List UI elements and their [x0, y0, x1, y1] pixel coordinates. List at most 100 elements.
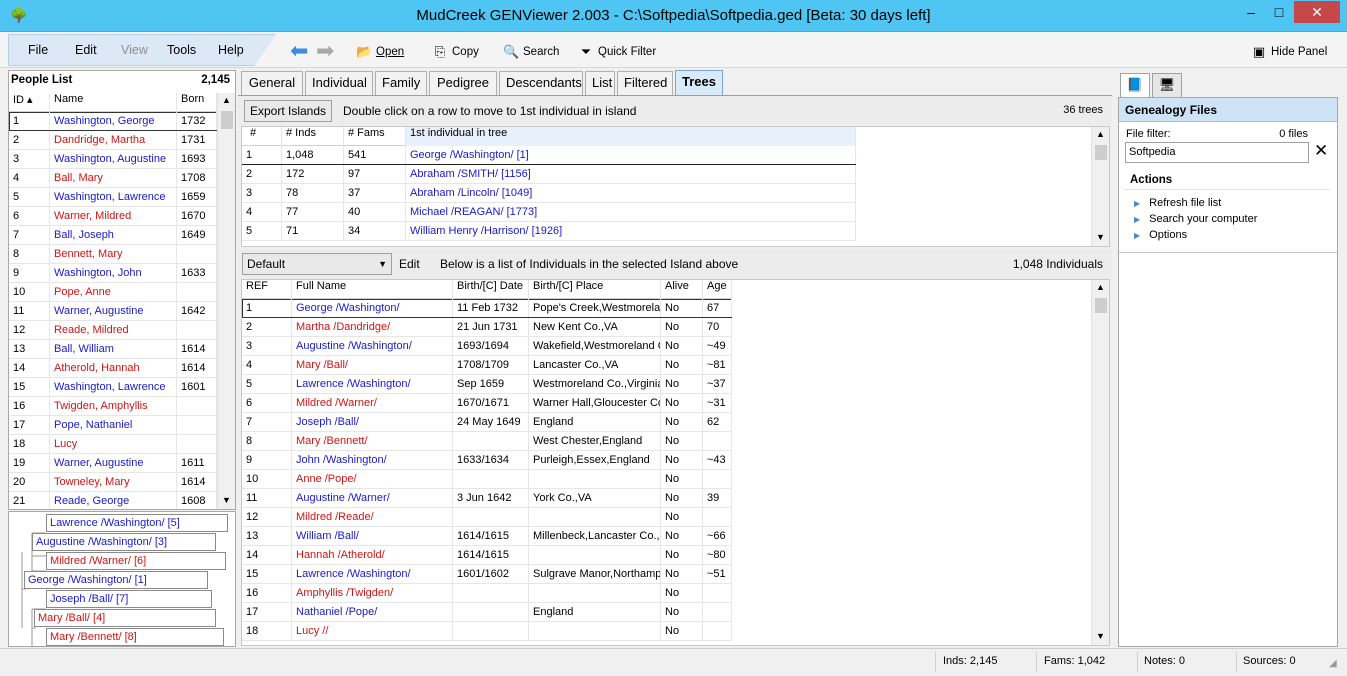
col-header-birth-date[interactable]: Birth/[C] Date [453, 280, 529, 299]
tab-list[interactable]: List [585, 71, 615, 95]
tab-genealogy-files[interactable]: 📘 [1120, 73, 1150, 97]
people-row[interactable]: 10 Pope, Anne [9, 283, 217, 302]
islands-scrollbar[interactable]: ▲ ▼ [1091, 127, 1109, 246]
people-row[interactable]: 15 Washington, Lawrence 1601 [9, 378, 217, 397]
people-row[interactable]: 3 Washington, Augustine 1693 [9, 150, 217, 169]
scroll-thumb[interactable] [1095, 298, 1107, 313]
tab-trees[interactable]: Trees [675, 70, 723, 95]
search-button[interactable]: 🔍 Search [503, 44, 559, 60]
individual-row[interactable]: 2 Martha /Dandridge/21 Jun 1731 New Kent C… [242, 318, 732, 337]
people-row[interactable]: 18 Lucy [9, 435, 217, 454]
island-row[interactable]: 2 172 97 Abraham /SMITH/ [1156] [242, 165, 856, 184]
clear-filter-icon[interactable]: ✕ [1314, 141, 1328, 161]
tab-computer[interactable]: 🖥 [1152, 73, 1182, 97]
tab-pedigree[interactable]: Pedigree [429, 71, 497, 95]
scroll-thumb[interactable] [221, 111, 233, 129]
menu-help[interactable]: Help [218, 43, 244, 57]
col-header-age[interactable]: Age [703, 280, 732, 299]
menu-edit[interactable]: Edit [75, 43, 97, 57]
people-row[interactable]: 13 Ball, William 1614 [9, 340, 217, 359]
tab-family[interactable]: Family [375, 71, 427, 95]
people-row[interactable]: 9 Washington, John 1633 [9, 264, 217, 283]
close-button[interactable]: ✕ [1294, 1, 1340, 23]
individual-row[interactable]: 17 Nathaniel /Pope/England No [242, 603, 732, 622]
scroll-thumb[interactable] [1095, 145, 1107, 160]
col-header-id[interactable]: ID ▴ [9, 93, 50, 112]
action-item[interactable]: ▶ Search your computer [1134, 211, 1324, 227]
people-row[interactable]: 17 Pope, Nathaniel [9, 416, 217, 435]
island-row[interactable]: 3 78 37 Abraham /Lincoln/ [1049] [242, 184, 856, 203]
people-row[interactable]: 11 Warner, Augustine 1642 [9, 302, 217, 321]
forward-arrow-icon[interactable]: ➡ [316, 40, 334, 62]
maximize-button[interactable]: □ [1266, 1, 1292, 23]
col-header-full-name[interactable]: Full Name [292, 280, 453, 299]
people-row[interactable]: 20 Towneley, Mary 1614 [9, 473, 217, 492]
individual-row[interactable]: 12 Mildred /Reade/No [242, 508, 732, 527]
scroll-down-icon[interactable]: ▼ [222, 495, 231, 505]
scroll-down-icon[interactable]: ▼ [1096, 631, 1105, 641]
individual-row[interactable]: 5 Lawrence /Washington/Sep 1659 Westmorela… [242, 375, 732, 394]
people-scrollbar[interactable]: ▲ ▼ [217, 93, 235, 509]
menu-file[interactable]: File [28, 43, 48, 57]
individual-row[interactable]: 3 Augustine /Washington/1693/1694 Wakefiel… [242, 337, 732, 356]
tree-node[interactable]: Augustine /Washington/ [3] [32, 533, 216, 551]
minimize-button[interactable]: – [1238, 1, 1264, 23]
tree-node[interactable]: Mildred /Warner/ [6] [46, 552, 226, 570]
hide-panel-button[interactable]: ▣ Hide Panel [1251, 44, 1327, 60]
menu-tools[interactable]: Tools [167, 43, 196, 57]
individual-row[interactable]: 14 Hannah /Atherold/1614/1615 No ~80 [242, 546, 732, 565]
people-row[interactable]: 8 Bennett, Mary [9, 245, 217, 264]
col-header-fams[interactable]: # Fams [344, 127, 406, 146]
individual-row[interactable]: 16 Amphyllis /Twigden/No [242, 584, 732, 603]
view-select[interactable]: Default ▼ [242, 253, 392, 275]
individuals-scrollbar[interactable]: ▲ ▼ [1091, 280, 1109, 645]
scroll-down-icon[interactable]: ▼ [1096, 232, 1105, 242]
col-header-ref[interactable]: REF [242, 280, 292, 299]
people-row[interactable]: 21 Reade, George 1608 [9, 492, 217, 509]
tab-descendants[interactable]: Descendants [499, 71, 583, 95]
col-header-born[interactable]: Born [177, 93, 217, 112]
tab-general[interactable]: General [241, 71, 303, 95]
people-row[interactable]: 16 Twigden, Amphyllis [9, 397, 217, 416]
file-filter-input[interactable]: Softpedia [1125, 142, 1309, 163]
tree-node[interactable]: Mary /Bennett/ [8] [46, 628, 224, 646]
tab-individual[interactable]: Individual [305, 71, 373, 95]
col-header-alive[interactable]: Alive [661, 280, 703, 299]
individual-row[interactable]: 7 Joseph /Ball/24 May 1649 England No 62 [242, 413, 732, 432]
col-header-birth-place[interactable]: Birth/[C] Place [529, 280, 661, 299]
tree-node[interactable]: Mary /Ball/ [4] [34, 609, 216, 627]
tree-node[interactable]: Joseph /Ball/ [7] [46, 590, 212, 608]
individual-row[interactable]: 1 George /Washington/11 Feb 1732 Pope's Cr… [242, 299, 732, 318]
individual-row[interactable]: 6 Mildred /Warner/1670/1671 Warner Hall,Gl… [242, 394, 732, 413]
scroll-up-icon[interactable]: ▲ [222, 95, 231, 105]
people-row[interactable]: 5 Washington, Lawrence 1659 [9, 188, 217, 207]
col-header-inds[interactable]: # Inds [282, 127, 344, 146]
individual-row[interactable]: 18 Lucy // No [242, 622, 732, 641]
back-arrow-icon[interactable]: ⬅ [290, 40, 308, 62]
scroll-up-icon[interactable]: ▲ [1096, 282, 1105, 292]
individual-row[interactable]: 11 Augustine /Warner/3 Jun 1642 York Co.,V… [242, 489, 732, 508]
open-button[interactable]: 📂 Open [356, 44, 404, 60]
individual-row[interactable]: 8 Mary /Bennett/West Chester,England No [242, 432, 732, 451]
people-row[interactable]: 12 Reade, Mildred [9, 321, 217, 340]
tree-node[interactable]: George /Washington/ [1] [24, 571, 208, 589]
people-row[interactable]: 14 Atherold, Hannah 1614 [9, 359, 217, 378]
col-header-first-individual[interactable]: 1st individual in tree [406, 127, 856, 146]
quick-filter-button[interactable]: ⏷ Quick Filter [578, 44, 656, 60]
people-row[interactable]: 6 Warner, Mildred 1670 [9, 207, 217, 226]
individual-row[interactable]: 15 Lawrence /Washington/1601/1602 Sulgrave… [242, 565, 732, 584]
island-row[interactable]: 1 1,048 541 George /Washington/ [1] [242, 146, 856, 165]
tree-node[interactable]: Lawrence /Washington/ [5] [46, 514, 228, 532]
people-row[interactable]: 7 Ball, Joseph 1649 [9, 226, 217, 245]
island-row[interactable]: 5 71 34 William Henry /Harrison/ [1926] [242, 222, 856, 241]
people-row[interactable]: 1 Washington, George 1732 [9, 112, 217, 131]
scroll-up-icon[interactable]: ▲ [1096, 129, 1105, 139]
resize-grip-icon[interactable]: ◢ [1329, 658, 1337, 669]
individual-row[interactable]: 4 Mary /Ball/1708/1709 Lancaster Co.,VA No ~… [242, 356, 732, 375]
edit-button[interactable]: Edit [399, 257, 420, 271]
individual-row[interactable]: 13 William /Ball/1614/1615 Millenbeck,Lanc… [242, 527, 732, 546]
copy-button[interactable]: ⎘ Copy [432, 44, 479, 60]
action-item[interactable]: ▶ Options [1134, 227, 1324, 243]
island-row[interactable]: 4 77 40 Michael /REAGAN/ [1773] [242, 203, 856, 222]
people-row[interactable]: 19 Warner, Augustine 1611 [9, 454, 217, 473]
